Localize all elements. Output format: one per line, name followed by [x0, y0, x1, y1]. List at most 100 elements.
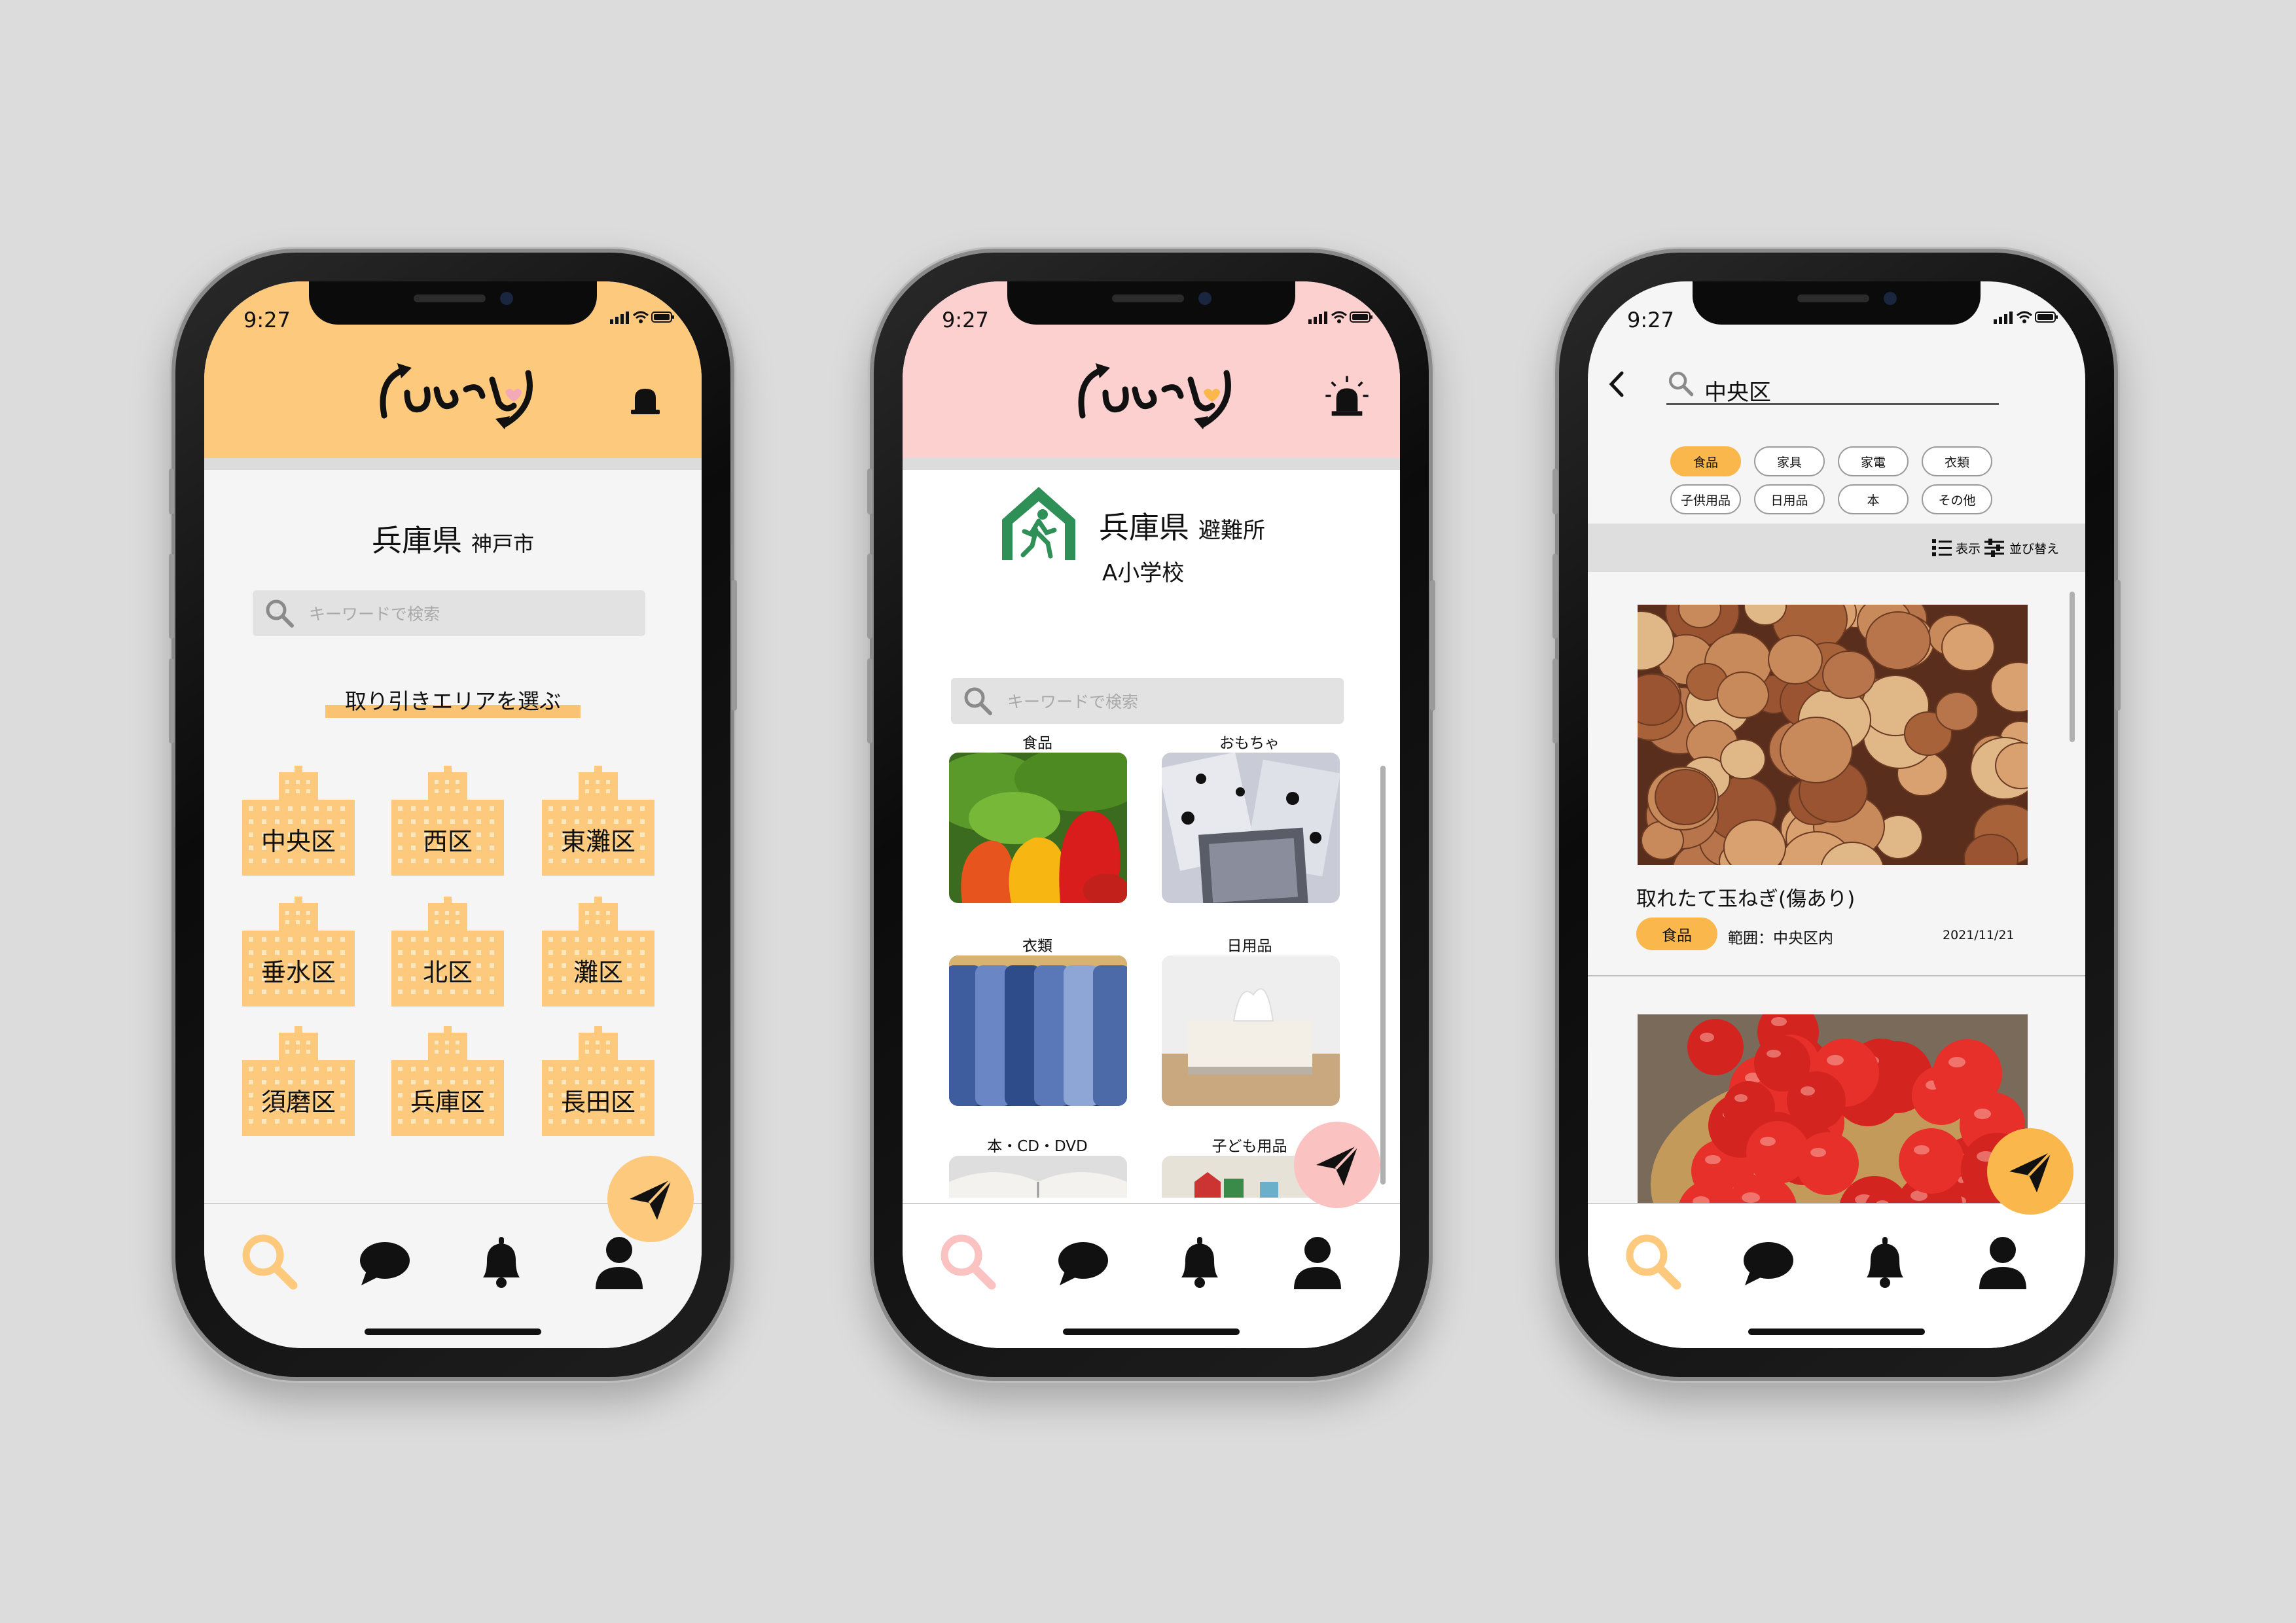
search-icon — [266, 599, 294, 628]
post-button[interactable] — [1294, 1122, 1380, 1208]
district-button[interactable]: 西区 — [391, 766, 504, 876]
paper-plane-icon — [630, 1178, 673, 1220]
search-icon — [964, 687, 992, 715]
search-tab-icon[interactable] — [1622, 1230, 1685, 1293]
book-photo-icon — [949, 1156, 1127, 1198]
toolbar: 表示 並び替え — [1588, 524, 2085, 572]
search-input[interactable]: 中央区 — [1666, 366, 1999, 406]
category-label-clothes: 衣類 — [1022, 938, 1052, 955]
category-label-daily: 日用品 — [1227, 938, 1272, 955]
item-image-2[interactable] — [1638, 1014, 2028, 1222]
prefecture-name: 兵庫県 — [1099, 510, 1189, 545]
bottom-nav — [1588, 1203, 2085, 1348]
district-button[interactable]: 灘区 — [542, 897, 655, 1007]
building-icon — [542, 1026, 655, 1136]
screen-shelter: 9:27 兵庫県 避難所 A小学校 キーワードで検索 食品 おもちゃ 衣類 日用… — [903, 281, 1400, 1348]
chat-tab-icon[interactable] — [352, 1230, 415, 1293]
category-label-media: 本・CD・DVD — [987, 1138, 1088, 1155]
district-button[interactable]: 垂水区 — [242, 897, 355, 1007]
district-button[interactable]: 長田区 — [542, 1026, 655, 1136]
profile-tab-icon[interactable] — [1286, 1230, 1349, 1293]
screen-area-select: 9:27 兵庫県 神戸市 キーワードで検索 取り引きエリアを選ぶ 中央区 西区 … — [204, 281, 702, 1348]
scrollbar[interactable] — [1380, 766, 1386, 1185]
status-time: 9:27 — [243, 308, 291, 332]
search-tab-icon[interactable] — [937, 1230, 999, 1293]
filter-chip[interactable]: 子供用品 — [1670, 484, 1741, 514]
district-label: 垂水区 — [260, 958, 336, 987]
category-daily-goods[interactable] — [1162, 955, 1340, 1106]
filter-chip[interactable]: 本 — [1838, 484, 1909, 514]
filter-chip[interactable]: 家電 — [1838, 446, 1909, 476]
screen-search-results: 9:27 中央区 食品 家具 家電 衣類 子供用品 日用品本その他 表示 並び替… — [1588, 281, 2085, 1348]
onions-photo-icon — [1638, 605, 2028, 865]
search-input[interactable]: キーワードで検索 — [951, 678, 1344, 724]
bell-tab-icon[interactable] — [1168, 1230, 1231, 1293]
building-icon — [542, 766, 655, 876]
district-button[interactable]: 中央区 — [242, 766, 355, 876]
phone-1: 9:27 兵庫県 神戸市 キーワードで検索 取り引きエリアを選ぶ 中央区 西区 … — [169, 249, 737, 1381]
item-card[interactable]: 取れたて玉ねぎ(傷あり) 食品 範囲：中央区内 2021/11/21 — [1588, 572, 2085, 950]
view-toggle[interactable]: 表示 — [1931, 538, 1981, 558]
district-button[interactable]: 北区 — [391, 897, 504, 1007]
search-input[interactable]: キーワードで検索 — [253, 590, 645, 636]
item-date: 2021/11/21 — [1943, 928, 2015, 942]
category-media[interactable] — [949, 1156, 1127, 1198]
prefecture-name: 兵庫県 — [371, 523, 462, 558]
list-view-icon — [1931, 539, 1952, 556]
shelter-label: 避難所 — [1198, 518, 1265, 544]
search-placeholder: キーワードで検索 — [309, 605, 440, 624]
paper-plane-icon — [2009, 1150, 2053, 1192]
district-label: 北区 — [422, 958, 473, 987]
app-logo-icon — [380, 363, 533, 429]
post-button[interactable] — [1987, 1128, 2073, 1215]
back-chevron-icon[interactable] — [1604, 368, 1630, 401]
post-button[interactable] — [607, 1156, 694, 1242]
filter-chip[interactable]: 家具 — [1754, 446, 1825, 476]
item-range: 範囲：中央区内 — [1728, 930, 1833, 947]
playing-cards-photo-icon — [1162, 753, 1340, 903]
alarm-bell-icon[interactable] — [626, 380, 665, 419]
filter-chip[interactable]: 衣類 — [1922, 446, 1992, 476]
search-tab-icon[interactable] — [238, 1230, 301, 1293]
area-select-title: 取り引きエリアを選ぶ — [204, 684, 702, 718]
building-icon — [391, 1026, 504, 1136]
category-toys[interactable] — [1162, 753, 1340, 903]
evacuation-shelter-icon — [1002, 487, 1075, 560]
chat-tab-icon[interactable] — [1736, 1230, 1799, 1293]
filter-chip[interactable]: 日用品 — [1754, 484, 1825, 514]
status-time: 9:27 — [1627, 308, 1674, 332]
search-icon — [1668, 371, 1694, 397]
phone-2: 9:27 兵庫県 避難所 A小学校 キーワードで検索 食品 おもちゃ 衣類 日用… — [867, 249, 1435, 1381]
chat-tab-icon[interactable] — [1050, 1230, 1113, 1293]
district-label: 東灘区 — [560, 827, 636, 856]
status-icons — [610, 309, 675, 327]
vegetables-photo-icon — [949, 753, 1127, 903]
bell-tab-icon[interactable] — [1854, 1230, 1916, 1293]
bell-tab-icon[interactable] — [470, 1230, 533, 1293]
emergency-siren-icon[interactable] — [1324, 373, 1370, 419]
sort-toggle[interactable]: 並び替え — [1983, 538, 2059, 558]
profile-tab-icon[interactable] — [1971, 1230, 2034, 1293]
district-label: 兵庫区 — [410, 1088, 485, 1116]
building-icon — [391, 766, 504, 876]
scrollbar[interactable] — [2070, 592, 2075, 742]
item-title: 取れたて玉ねぎ(傷あり) — [1636, 887, 1856, 911]
district-button[interactable]: 兵庫区 — [391, 1026, 504, 1136]
category-clothes[interactable] — [949, 955, 1127, 1106]
shelter-name: A小学校 — [1102, 560, 1185, 586]
filter-chip[interactable]: 食品 — [1670, 446, 1741, 476]
district-button[interactable]: 東灘区 — [542, 766, 655, 876]
item-category-tag: 食品 — [1636, 918, 1717, 950]
district-label: 灘区 — [573, 958, 623, 987]
item-image — [1638, 605, 2028, 865]
filter-chip[interactable]: その他 — [1922, 484, 1992, 514]
tomatoes-photo-icon — [1638, 1014, 2028, 1222]
sort-sliders-icon — [1984, 539, 2004, 557]
district-label: 中央区 — [260, 827, 336, 856]
building-icon — [242, 766, 355, 876]
bottom-nav — [903, 1203, 1400, 1348]
category-food[interactable] — [949, 753, 1127, 903]
building-icon — [542, 897, 655, 1007]
location-heading: 兵庫県 神戸市 — [204, 517, 702, 560]
district-button[interactable]: 須磨区 — [242, 1026, 355, 1136]
